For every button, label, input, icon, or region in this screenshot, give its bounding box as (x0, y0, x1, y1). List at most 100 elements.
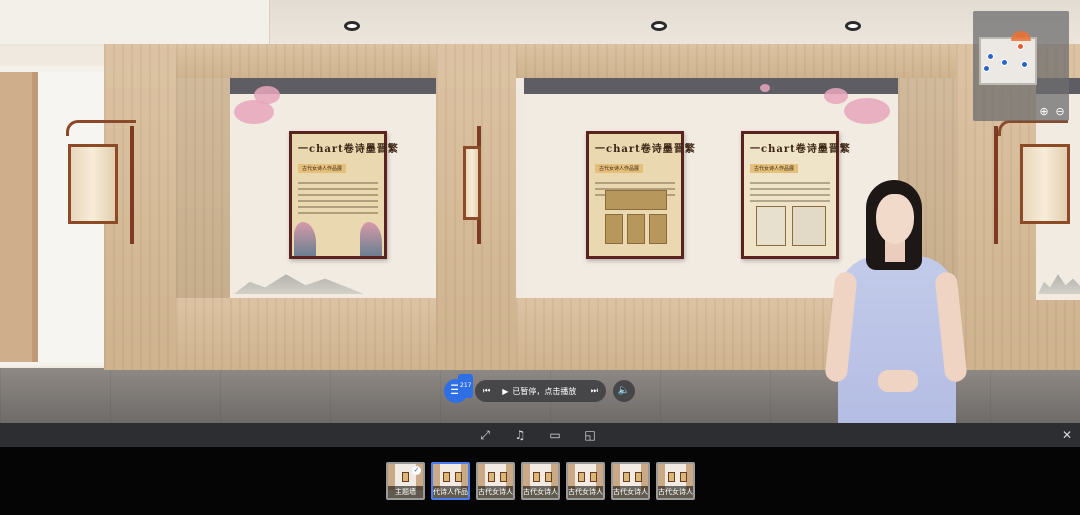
blossom-decor (844, 98, 890, 124)
narration-player[interactable]: ⏮ ▶ 已暂停，点击播放 ⏭ (475, 380, 606, 402)
poster-painting (627, 214, 645, 244)
poster-title: 一chart卷诗墨晋繁 (595, 144, 696, 155)
poster-text-line (595, 182, 675, 184)
thumbnail-frame (578, 472, 585, 482)
poster-text-line (750, 200, 830, 202)
scene-label: 主题墙 (388, 486, 423, 498)
mountain-decor (234, 274, 364, 294)
thumbnail-frame (545, 472, 552, 482)
thumbnail-frame (500, 472, 507, 482)
poster-text-line (298, 182, 378, 184)
narration-list-button[interactable]: ☰ 217 (444, 374, 474, 403)
thumbnail-frame (533, 472, 540, 482)
ceiling-beam (0, 0, 270, 44)
blossom-decor (760, 84, 770, 92)
display-plinth (176, 298, 446, 370)
hotspot-dot[interactable] (983, 65, 990, 72)
scene-thumbnail[interactable]: 古代女诗人... (476, 462, 515, 500)
play-icon[interactable]: ▶ (502, 387, 508, 396)
poster-flower-decor (360, 222, 382, 256)
poster-text-line (298, 194, 378, 196)
scene-thumbnail[interactable]: 古代女诗人... (521, 462, 560, 500)
poster-painting (605, 214, 623, 244)
narration-count-badge: 217 (458, 374, 474, 398)
mountain-decor (1038, 274, 1080, 294)
poster-text-block (750, 182, 830, 202)
hotspot-dot[interactable] (987, 53, 994, 60)
poster-text-line (298, 206, 378, 208)
bottom-toolbar: ⤢ ♫ ▭ ◱ ✕ (0, 423, 1080, 447)
exhibit-poster[interactable]: 一chart卷诗墨晋繁 古代女诗人作品展 (586, 131, 696, 259)
poster-calligraphy (756, 206, 786, 246)
wood-beam (516, 44, 956, 78)
virtual-guide-avatar[interactable] (824, 180, 968, 446)
volume-button[interactable]: 🔈 (613, 380, 635, 402)
thumbnail-frame (590, 472, 597, 482)
speaker-icon: 🔈 (617, 385, 631, 396)
poster-text-line (750, 194, 830, 196)
poster-text-line (298, 212, 378, 214)
blossom-decor (824, 88, 848, 104)
zoom-in-icon[interactable]: ⊕ (1037, 105, 1051, 119)
lantern-arm (66, 120, 136, 136)
fullscreen-icon[interactable]: ⤢ (477, 427, 493, 443)
lantern-rod (130, 126, 134, 244)
lantern-shade (68, 144, 118, 224)
scene-tray: ✓ 主题墙 代诗人作品展 古代女诗人... 古代女诗人... 古代女诗人... (0, 447, 1080, 515)
thumbnail-frame (488, 472, 495, 482)
thumbnail-frame (443, 472, 450, 482)
poster-text-line (750, 182, 830, 184)
exhibit-poster[interactable]: 一chart卷诗墨晋繁 古代女诗人作品展 (289, 131, 399, 259)
skip-forward-icon[interactable]: ⏭ (591, 386, 598, 396)
side-door (0, 72, 38, 362)
poster-painting (605, 190, 667, 210)
scene-label: 古代女诗人... (568, 486, 603, 498)
thumbnail-frame (455, 472, 462, 482)
poster-title: 一chart卷诗墨晋繁 (750, 144, 851, 155)
lantern-arm (998, 120, 1068, 136)
poster-subtitle: 古代女诗人作品展 (298, 164, 347, 173)
ceiling-light (344, 21, 360, 31)
narration-status[interactable]: 已暂停，点击播放 (512, 386, 590, 397)
minimap-floorplan[interactable] (979, 31, 1037, 85)
poster-text-line (750, 188, 830, 190)
vr-icon[interactable]: ▭ (547, 427, 563, 443)
poster-text-block (298, 182, 378, 214)
zoom-out-icon[interactable]: ⊖ (1053, 105, 1067, 119)
scene-thumbnail[interactable]: 古代女诗人... (566, 462, 605, 500)
music-icon[interactable]: ♫ (512, 427, 528, 443)
viewpoint-cone (1011, 31, 1031, 41)
poster-title: 一chart卷诗墨晋繁 (298, 144, 399, 155)
scene-label: 古代女诗人... (523, 486, 558, 498)
thumbnail-frame (402, 472, 409, 482)
skip-back-icon[interactable]: ⏮ (483, 386, 490, 396)
poster-painting (649, 214, 667, 244)
scene-thumbnail[interactable]: 古代女诗人... (611, 462, 650, 500)
poster-text-line (298, 200, 378, 202)
hotspot-dot[interactable] (1021, 61, 1028, 68)
scene-thumbnail[interactable]: ✓ 主题墙 (386, 462, 425, 500)
poster-painting (792, 206, 826, 246)
poster-flower-decor (294, 222, 316, 256)
scene-thumbnail[interactable]: 代诗人作品展 (431, 462, 470, 500)
ceiling-light (651, 21, 667, 31)
thumbnail-frame (623, 472, 630, 482)
thumbnail-frame (668, 472, 675, 482)
note-icon[interactable]: ◱ (582, 427, 598, 443)
scene-label: 古代女诗人... (613, 486, 648, 498)
exhibit-poster[interactable]: 一chart卷诗墨晋繁 古代女诗人作品展 (741, 131, 851, 259)
avatar-face (876, 194, 914, 244)
blossom-decor (254, 86, 280, 104)
poster-subtitle: 古代女诗人作品展 (750, 164, 799, 173)
scene-label: 古代女诗人... (658, 486, 693, 498)
thumbnail-frame (680, 472, 687, 482)
avatar-hands (878, 370, 918, 392)
poster-text-line (298, 188, 378, 190)
minimap[interactable]: ⊕ ⊖ (973, 11, 1069, 121)
lantern-shade (1020, 144, 1070, 224)
scene-thumbnail[interactable]: 古代女诗人... (656, 462, 695, 500)
lantern-shade (463, 146, 481, 220)
close-icon[interactable]: ✕ (1059, 427, 1075, 443)
poster-subtitle: 古代女诗人作品展 (595, 164, 644, 173)
hotspot-dot[interactable] (1001, 59, 1008, 66)
